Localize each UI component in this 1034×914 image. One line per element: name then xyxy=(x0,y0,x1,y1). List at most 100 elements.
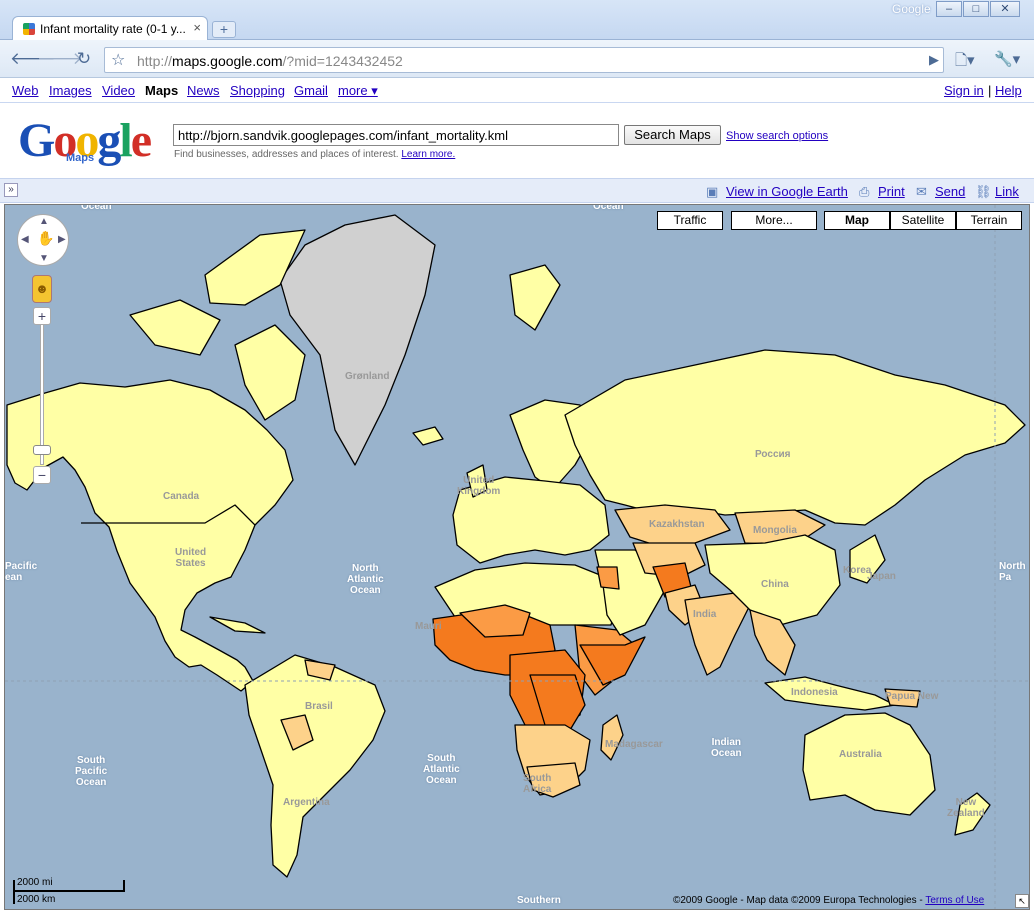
pegman-icon[interactable]: ☻ xyxy=(32,275,52,303)
pan-left-icon[interactable]: ◀ xyxy=(21,234,29,245)
south-pacific-label: South Pacific Ocean xyxy=(75,755,108,788)
pan-down-icon[interactable]: ▼ xyxy=(39,253,49,264)
russia-label: Россия xyxy=(755,449,791,460)
go-arrow-icon[interactable]: ▶ xyxy=(929,52,939,68)
canada-label: Canada xyxy=(163,491,200,502)
north-america-shape xyxy=(6,379,294,692)
maximize-button[interactable]: □ xyxy=(963,1,989,17)
brazil-label: Brasil xyxy=(305,701,333,712)
traffic-button[interactable]: Traffic xyxy=(657,211,723,230)
browser-brand: Google xyxy=(892,2,931,16)
nav-web[interactable]: Web xyxy=(12,83,39,98)
view-in-google-earth-link[interactable]: View in Google Earth xyxy=(726,184,848,199)
scale-bar: 2000 mi 2000 km xyxy=(13,877,125,907)
show-search-options-link[interactable]: Show search options xyxy=(726,130,828,142)
north-pacific-label: North Pa xyxy=(999,561,1026,583)
url-text: http://maps.google.com/?mid=1243432452 xyxy=(137,53,403,69)
close-tab-icon[interactable]: × xyxy=(193,20,201,35)
satellite-view-button[interactable]: Satellite xyxy=(890,211,956,230)
terrain-view-button[interactable]: Terrain xyxy=(956,211,1022,230)
map-canvas[interactable]: Traffic More... Map Satellite Terrain ✋ … xyxy=(4,204,1030,910)
maps-favicon-icon xyxy=(23,23,35,35)
more-button[interactable]: More... xyxy=(731,211,817,230)
nav-gmail[interactable]: Gmail xyxy=(294,83,328,98)
kazakhstan-label: Kazakhstan xyxy=(649,519,705,530)
reload-icon[interactable]: ↻ xyxy=(72,48,96,70)
minimize-button[interactable]: – xyxy=(936,1,962,17)
scale-miles: 2000 mi xyxy=(17,877,53,888)
new-tab-button[interactable]: + xyxy=(212,21,236,38)
map-copyright: ©2009 Google - Map data ©2009 Europa Tec… xyxy=(673,895,985,906)
google-earth-icon: ▣ xyxy=(706,184,719,199)
china-label: China xyxy=(761,579,789,590)
pacific-label: Pacific ean xyxy=(5,561,38,583)
browser-tab[interactable]: Infant mortality rate (0-1 y... × xyxy=(12,16,208,41)
bookmark-star-icon[interactable]: ☆ xyxy=(111,50,125,70)
korea-label: Korea xyxy=(843,565,872,576)
search-maps-button[interactable]: Search Maps xyxy=(624,125,721,145)
sign-in-link[interactable]: Sign in xyxy=(944,83,984,98)
choropleth-map xyxy=(5,205,1029,909)
search-input[interactable] xyxy=(173,124,619,146)
greenland-label: Grønland xyxy=(345,371,390,382)
print-link[interactable]: Print xyxy=(878,184,905,199)
indian-ocean-label: Indian Ocean xyxy=(711,737,742,759)
back-arrow-icon[interactable]: 🡐 xyxy=(10,48,56,70)
nav-more[interactable]: more ▾ xyxy=(338,83,378,99)
tab-title: Infant mortality rate (0-1 y... xyxy=(40,22,186,36)
help-link[interactable]: Help xyxy=(995,83,1022,98)
madagascar-shape xyxy=(600,714,624,761)
png-label: Papua New xyxy=(885,691,939,702)
south-america-shape xyxy=(244,654,386,878)
address-bar[interactable]: ☆ http://maps.google.com/?mid=1243432452… xyxy=(104,47,944,73)
australia-shape xyxy=(802,712,936,816)
browser-titlebar: Infant mortality rate (0-1 y... × + Goog… xyxy=(0,0,1034,41)
greenland-shape xyxy=(279,214,436,466)
nav-shopping[interactable]: Shopping xyxy=(230,83,285,98)
wrench-menu-icon[interactable]: 🔧▾ xyxy=(994,50,1020,68)
link-link[interactable]: Link xyxy=(995,184,1019,199)
page-menu-icon[interactable]: 🗋▾ xyxy=(955,50,975,75)
uk-label: United Kingdom xyxy=(457,475,501,497)
nav-separator: | xyxy=(988,83,992,98)
send-link[interactable]: Send xyxy=(935,184,965,199)
pan-up-icon[interactable]: ▲ xyxy=(39,216,49,227)
pan-control[interactable]: ✋ ▲ ▼ ◀ ▶ xyxy=(17,214,69,266)
us-label: United States xyxy=(175,547,207,569)
zoom-out-button[interactable]: − xyxy=(33,466,51,484)
nav-images[interactable]: Images xyxy=(49,83,92,98)
forward-arrow-icon[interactable]: 🡒 xyxy=(37,48,83,70)
email-icon: ✉ xyxy=(916,184,927,199)
scale-km: 2000 km xyxy=(17,894,56,905)
zoom-in-button[interactable]: + xyxy=(33,307,51,325)
india-label: India xyxy=(693,609,717,620)
logo-maps-label: Maps xyxy=(66,152,95,164)
close-window-button[interactable]: ✕ xyxy=(990,1,1020,17)
nav-video[interactable]: Video xyxy=(102,83,135,98)
nav-news[interactable]: News xyxy=(187,83,220,98)
mauritania-label: Mauri xyxy=(415,621,442,632)
terms-of-use-link[interactable]: Terms of Use xyxy=(925,895,984,906)
learn-more-link[interactable]: Learn more. xyxy=(401,149,455,160)
google-nav-bar: Web Images Video Maps News Shopping Gmai… xyxy=(0,79,1034,103)
madagascar-label: Madagascar xyxy=(605,739,663,750)
baffin-shape xyxy=(234,324,306,421)
south-africa-label: South Africa xyxy=(523,773,552,795)
zoom-slider-handle[interactable] xyxy=(33,445,51,455)
map-action-bar: » ▣ View in Google Earth ⎙ Print ✉ Send … xyxy=(0,178,1034,203)
zoom-slider-track[interactable] xyxy=(40,320,44,465)
argentina-label: Argentina xyxy=(283,797,330,808)
nav-maps: Maps xyxy=(145,83,179,98)
hand-icon[interactable]: ✋ xyxy=(37,230,54,247)
north-atlantic-label: North Atlantic Ocean xyxy=(347,563,384,596)
new-zealand-label: New Zealand xyxy=(947,797,985,819)
pan-right-icon[interactable]: ▶ xyxy=(58,234,66,245)
overview-toggle-icon[interactable]: ↖ xyxy=(1015,894,1029,908)
south-atlantic-label: South Atlantic Ocean xyxy=(423,753,460,786)
india-shape xyxy=(684,592,751,676)
ocean-label: Ocean xyxy=(81,204,112,212)
browser-toolbar: 🡐 🡒 ↻ ☆ http://maps.google.com/?mid=1243… xyxy=(0,40,1034,78)
southern-ocean-label: Southern xyxy=(517,895,561,906)
collapse-panel-icon[interactable]: » xyxy=(4,183,18,197)
map-view-button[interactable]: Map xyxy=(824,211,890,230)
